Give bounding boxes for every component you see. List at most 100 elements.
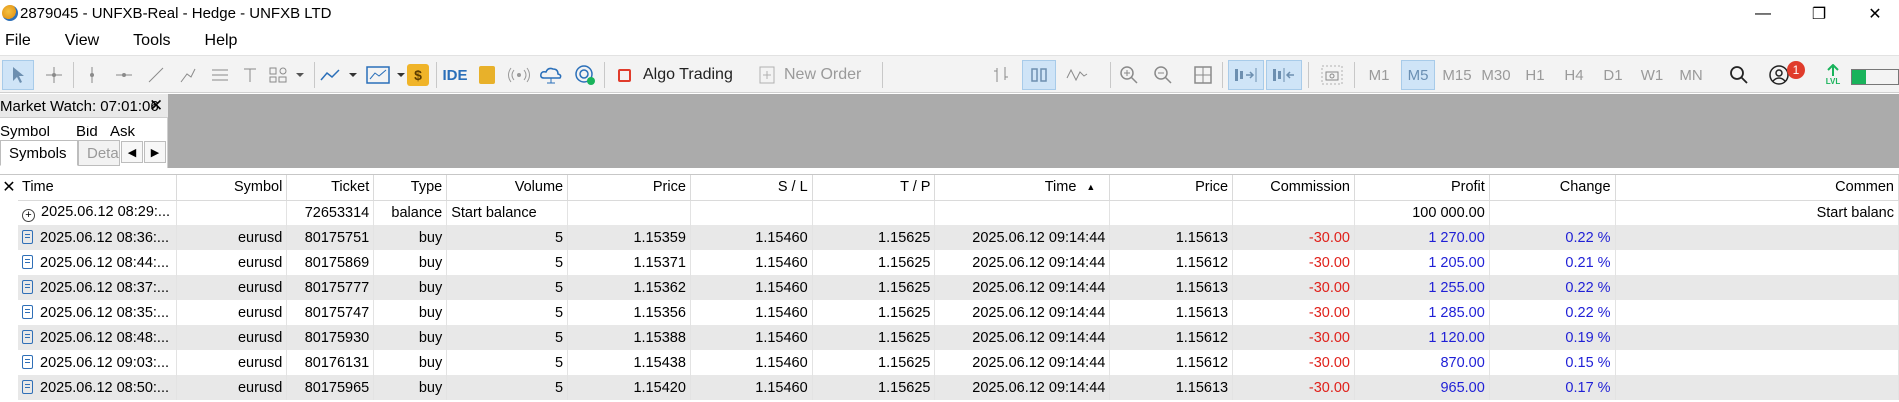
deal-profit-cell: 870.00 xyxy=(1354,350,1490,375)
channel-icon[interactable] xyxy=(174,60,202,90)
zoom-in-icon[interactable] xyxy=(1114,60,1144,90)
menu-help[interactable]: Help xyxy=(198,32,245,50)
tab-details[interactable]: Deta xyxy=(78,140,120,166)
candlestick-icon[interactable] xyxy=(1022,60,1056,90)
chart-shift-icon[interactable] xyxy=(1266,60,1302,90)
column-header-change[interactable]: Change xyxy=(1489,175,1616,201)
crosshair-icon[interactable] xyxy=(40,60,68,90)
timeframe-m30[interactable]: M30 xyxy=(1479,60,1513,90)
level-icon[interactable]: LVL xyxy=(1818,60,1848,90)
deal-price-cell: 1.15359 xyxy=(567,225,691,250)
deal-time-cell: 2025.06.12 08:44:... xyxy=(18,250,178,275)
column-header-price[interactable]: Price xyxy=(567,175,691,201)
column-header-comment[interactable]: Commen xyxy=(1615,175,1899,201)
column-header-sl[interactable]: S / L xyxy=(690,175,813,201)
mw-column-symbol[interactable]: Symbol xyxy=(0,126,50,140)
vps-cloud-icon[interactable] xyxy=(536,60,566,90)
community-icon[interactable] xyxy=(570,60,600,90)
market-watch-columns: Symbol Bid Ask xyxy=(0,126,160,140)
ide-button[interactable]: IDE xyxy=(440,60,470,90)
vertical-line-icon[interactable] xyxy=(78,60,106,90)
timeframe-m15[interactable]: M15 xyxy=(1440,60,1474,90)
column-header-volume[interactable]: Volume xyxy=(446,175,569,201)
deal-comment-cell xyxy=(1615,325,1899,350)
cursor-pointer-icon[interactable] xyxy=(2,60,34,90)
deal-comment-cell xyxy=(1615,275,1899,300)
maximize-button[interactable]: ❐ xyxy=(1796,0,1842,28)
search-icon[interactable] xyxy=(1724,60,1754,90)
timeframe-m5[interactable]: M5 xyxy=(1401,60,1435,90)
deal-comment-cell xyxy=(1615,350,1899,375)
table-row[interactable]: 2025.06.12 08:35:... eurusd 80175747 buy 5 1.… xyxy=(18,300,1899,325)
balance-row[interactable]: +2025.06.12 08:29:... 72653314 balance S… xyxy=(18,200,1899,225)
text-icon[interactable] xyxy=(238,60,262,90)
mw-column-bid[interactable]: Bid xyxy=(76,126,98,140)
table-row[interactable]: 2025.06.12 08:37:... eurusd 80175777 buy 5 1.… xyxy=(18,275,1899,300)
deal-profit-cell: 1 270.00 xyxy=(1354,225,1490,250)
mw-column-ask[interactable]: Ask xyxy=(110,126,135,140)
table-row[interactable]: 2025.06.12 09:03:... eurusd 80176131 buy 5 1.… xyxy=(18,350,1899,375)
timeframe-h4[interactable]: H4 xyxy=(1557,60,1591,90)
table-row[interactable]: 2025.06.12 08:36:... eurusd 80175751 buy 5 1.… xyxy=(18,225,1899,250)
tab-symbols[interactable]: Symbols xyxy=(0,140,78,166)
line-chart-icon[interactable] xyxy=(1062,60,1092,90)
column-header-close-price[interactable]: Price xyxy=(1109,175,1234,201)
deal-profit-cell: 1 255.00 xyxy=(1354,275,1490,300)
market-watch-close-button[interactable]: ✕ xyxy=(149,96,163,116)
column-header-tp[interactable]: T / P xyxy=(812,175,936,201)
indicators-dropdown-icon[interactable] xyxy=(318,60,362,90)
deal-type-cell: buy xyxy=(373,300,448,325)
column-header-type[interactable]: Type xyxy=(373,175,448,201)
deal-type-cell: buy xyxy=(373,225,448,250)
screenshot-icon[interactable] xyxy=(1316,60,1348,90)
bar-chart-icon[interactable] xyxy=(986,60,1016,90)
deal-type-cell: buy xyxy=(373,325,448,350)
table-row[interactable]: 2025.06.12 08:48:... eurusd 80175930 buy 5 1.… xyxy=(18,325,1899,350)
market-watch-title: Market Watch: 07:01:06 xyxy=(0,98,159,115)
column-header-commission[interactable]: Commission xyxy=(1232,175,1355,201)
fibonacci-icon[interactable] xyxy=(206,60,234,90)
menu-file[interactable]: File xyxy=(0,32,38,50)
timeframe-w1[interactable]: W1 xyxy=(1635,60,1669,90)
algo-trading-button[interactable]: Algo Trading xyxy=(610,60,748,90)
signals-icon[interactable] xyxy=(504,60,534,90)
balance-time-cell: +2025.06.12 08:29:... xyxy=(18,200,178,225)
deal-close-price-cell: 1.15612 xyxy=(1109,250,1234,275)
title-bar: 2879045 - UNFXB-Real - Hedge - UNFXB LTD… xyxy=(0,0,1899,28)
column-header-close-time[interactable]: Time ▲ xyxy=(934,175,1111,201)
toolbar: $ IDE Algo Trading New Order M1 M5 M15 M… xyxy=(0,55,1899,93)
column-header-time[interactable]: Time xyxy=(18,175,178,201)
horizontal-line-icon[interactable] xyxy=(110,60,138,90)
column-header-symbol[interactable]: Symbol xyxy=(176,175,288,201)
shapes-dropdown-icon[interactable] xyxy=(266,60,310,90)
toolbox-close-button[interactable]: ✕ xyxy=(0,177,18,197)
menu-tools[interactable]: Tools xyxy=(126,32,177,50)
tab-scroll-right-button[interactable]: ▶ xyxy=(144,141,166,163)
menu-view[interactable]: View xyxy=(58,32,106,50)
auto-scroll-icon[interactable] xyxy=(1228,60,1264,90)
chart-area[interactable] xyxy=(168,94,1899,168)
table-row[interactable]: 2025.06.12 08:44:... eurusd 80175869 buy 5 1.… xyxy=(18,250,1899,275)
deal-change-cell: 0.17 % xyxy=(1489,375,1616,400)
tab-scroll-left-button[interactable]: ◀ xyxy=(121,141,143,163)
app-logo-icon xyxy=(2,5,18,21)
dollar-icon[interactable]: $ xyxy=(404,60,432,90)
new-order-button[interactable]: New Order xyxy=(754,60,880,90)
trend-line-icon[interactable] xyxy=(142,60,170,90)
minimize-button[interactable]: — xyxy=(1740,0,1786,28)
timeframe-m1[interactable]: M1 xyxy=(1362,60,1396,90)
close-window-button[interactable]: ✕ xyxy=(1852,0,1898,28)
timeframe-mn[interactable]: MN xyxy=(1674,60,1708,90)
timeframe-d1[interactable]: D1 xyxy=(1596,60,1630,90)
balance-profit-cell: 100 000.00 xyxy=(1354,200,1490,225)
deal-type-cell: buy xyxy=(373,250,448,275)
column-header-ticket[interactable]: Ticket xyxy=(286,175,375,201)
table-row[interactable]: 2025.06.12 08:50:... eurusd 80175965 buy 5 1.… xyxy=(18,375,1899,400)
column-header-profit[interactable]: Profit xyxy=(1354,175,1490,201)
market-bag-icon[interactable] xyxy=(474,60,500,90)
deal-sl-cell: 1.15460 xyxy=(690,300,813,325)
zoom-out-icon[interactable] xyxy=(1148,60,1178,90)
tile-windows-icon[interactable] xyxy=(1188,60,1218,90)
timeframe-h1[interactable]: H1 xyxy=(1518,60,1552,90)
deal-comment-cell xyxy=(1615,250,1899,275)
